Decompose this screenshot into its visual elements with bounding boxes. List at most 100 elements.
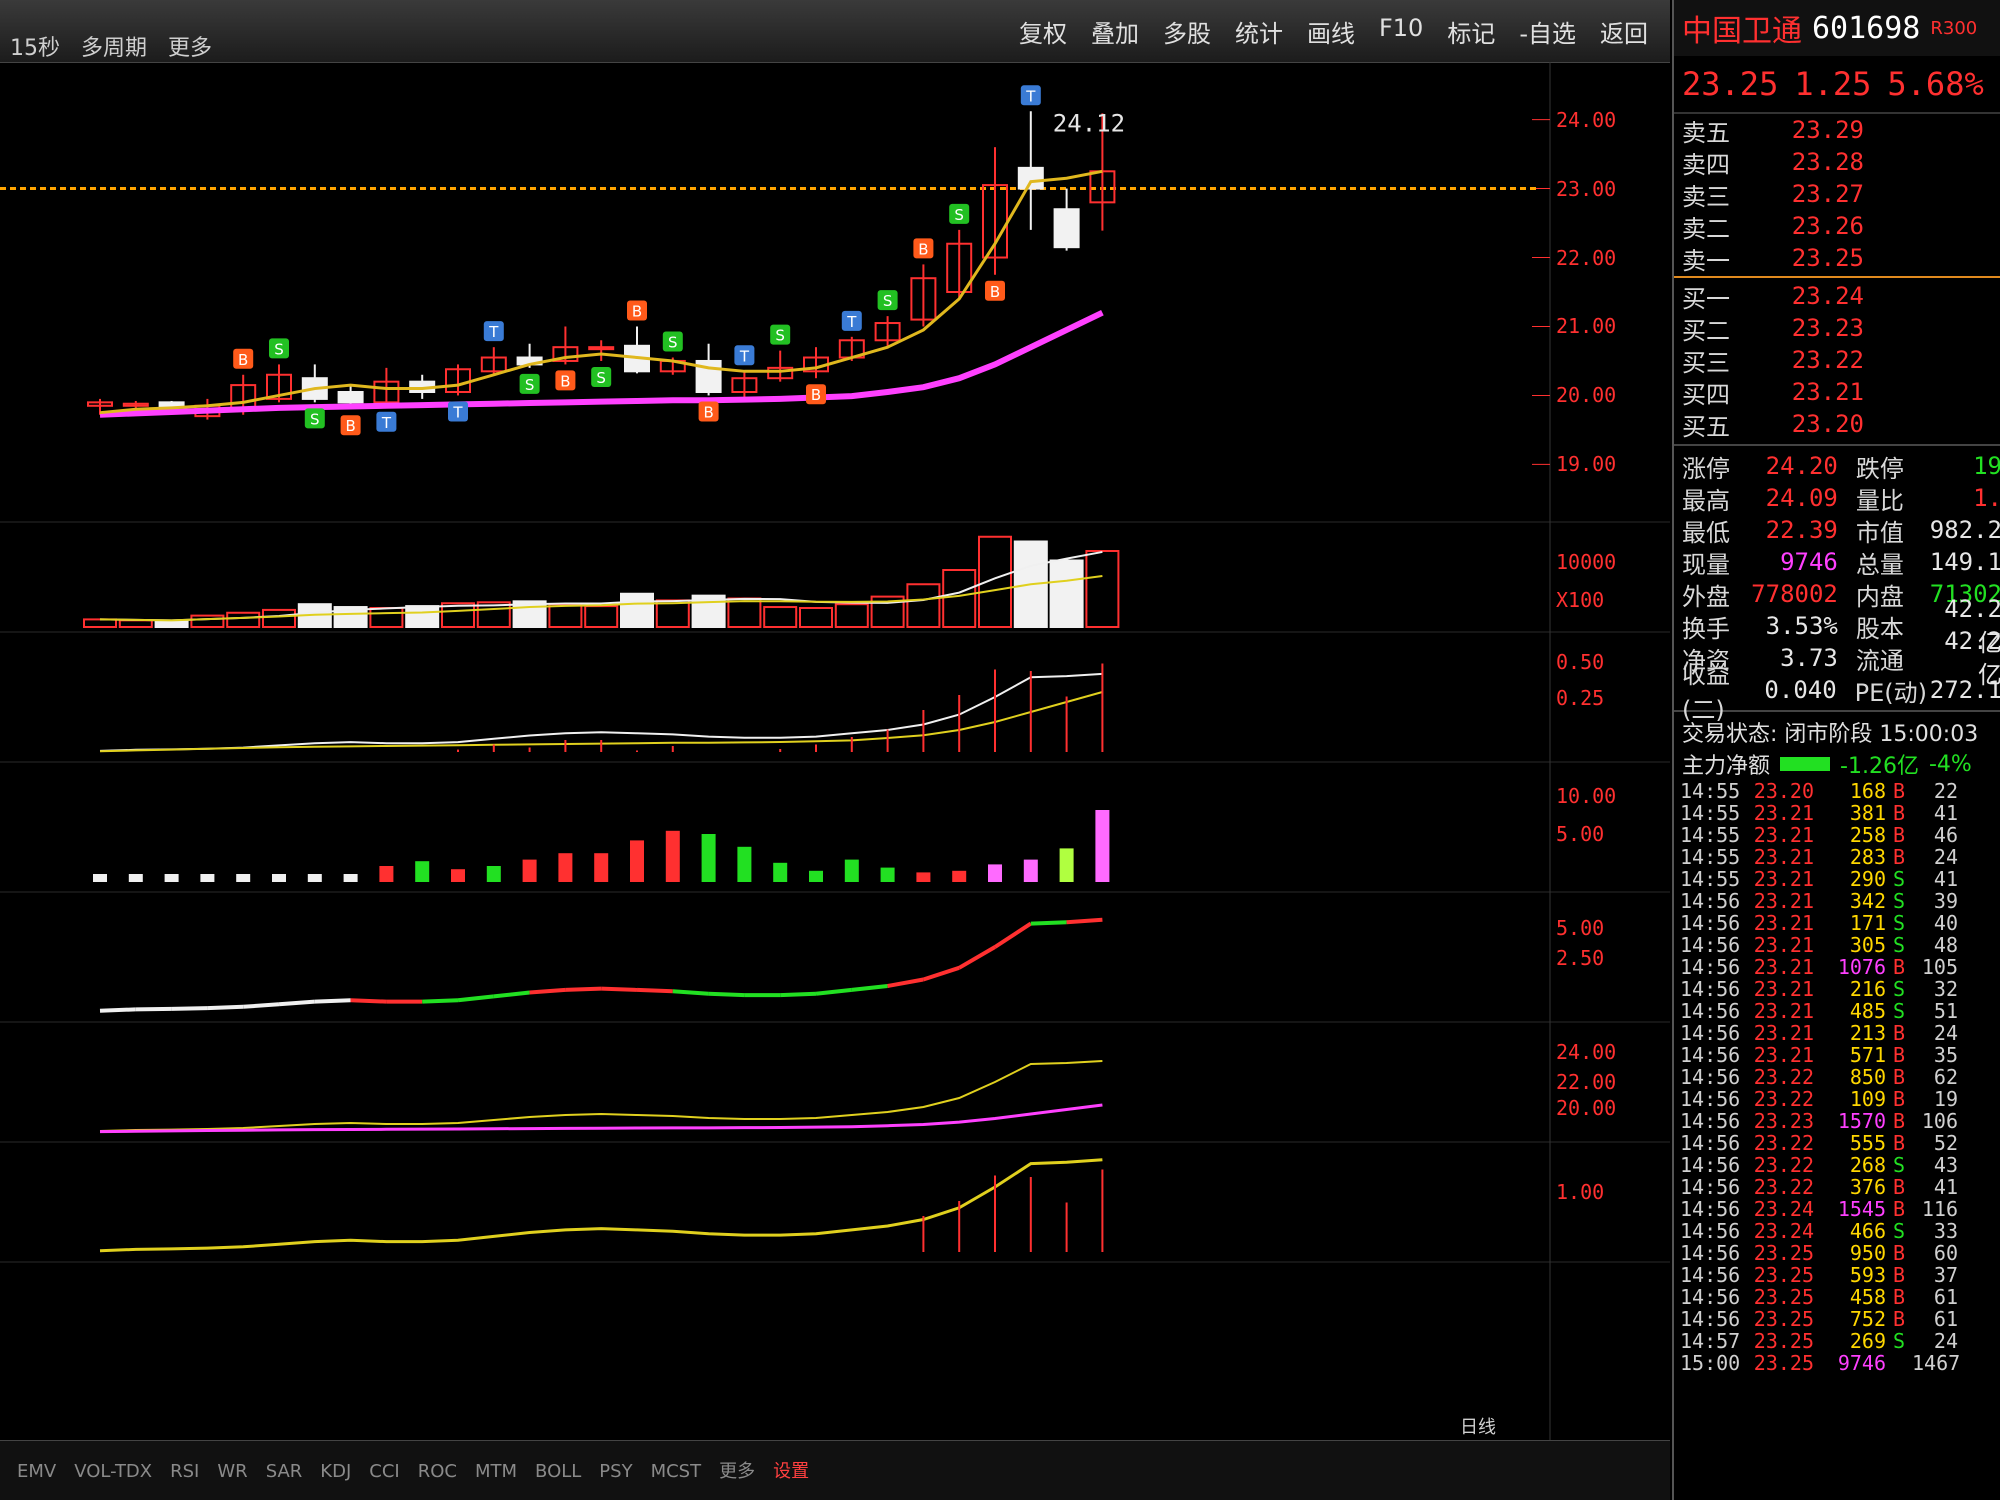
axis-tick-label: 21.00 [1556, 314, 1617, 339]
indicator-2-bar [773, 862, 788, 882]
bid-level[interactable]: 买一 23.24 [1674, 280, 2000, 313]
indicator-tab[interactable]: KDJ [311, 1453, 360, 1490]
bid-level[interactable]: 买四 23.21 [1674, 376, 2000, 409]
indicator-3-segment [422, 998, 459, 1004]
volume-bar [799, 607, 833, 628]
bid-level[interactable]: 买三 23.22 [1674, 344, 2000, 377]
tick-row[interactable]: 14:56 23.22 109 B 19 [1674, 1087, 2000, 1111]
mark-button[interactable]: 标记 [1435, 10, 1507, 53]
indicator-4-line-a [99, 1060, 1103, 1132]
tick-row[interactable]: 14:56 23.22 850 B 62 [1674, 1065, 2000, 1089]
indicator-tab[interactable]: VOL-TDX [65, 1453, 161, 1490]
ask-level[interactable]: 卖三 23.27 [1674, 178, 2000, 211]
indicator-tab[interactable]: CCI [360, 1453, 408, 1490]
stat-label: 换手 [1682, 614, 1730, 643]
indicator-tab[interactable]: RSI [161, 1453, 208, 1490]
tick-row[interactable]: 14:55 23.20 168 B 22 [1674, 779, 2000, 803]
indicator-tab[interactable]: ROC [409, 1453, 466, 1490]
candle-body [1017, 166, 1044, 190]
axis-tick-label: X100 [1556, 588, 1605, 612]
statistics-button[interactable]: 统计 [1223, 10, 1295, 53]
restore-rights-button[interactable]: 复权 [1007, 10, 1079, 53]
indicator-3-segment [672, 989, 709, 996]
tick-row[interactable]: 14:56 23.23 1570 B 106 [1674, 1109, 2000, 1133]
ask-level[interactable]: 卖五 23.29 [1674, 114, 2000, 147]
tick-row[interactable]: 14:56 23.21 1076 B 105 [1674, 955, 2000, 979]
tick-price: 23.22 [1753, 1087, 1814, 1111]
quote-panel: 中国卫通 601698 R300 23.25 1.25 5.68% 卖五 23.… [1672, 0, 2000, 1500]
stock-badge: R300 [1930, 17, 1978, 39]
ask-level[interactable]: 卖四 23.28 [1674, 146, 2000, 179]
tick-price: 23.21 [1753, 1043, 1814, 1067]
tick-row[interactable]: 14:55 23.21 283 B 24 [1674, 845, 2000, 869]
tick-list[interactable]: 14:55 23.20 168 B 22 14:55 23.21 381 B 4… [1674, 779, 2000, 1375]
tick-direction: S [1892, 977, 1906, 1001]
back-button[interactable]: 返回 [1588, 10, 1660, 53]
tick-row[interactable]: 15:00 23.25 9746 1467 [1674, 1351, 2000, 1375]
tick-time: 14:56 [1680, 1131, 1741, 1155]
tick-row[interactable]: 14:56 23.25 458 B 61 [1674, 1285, 2000, 1309]
indicator-tab[interactable]: 更多 [710, 1449, 764, 1491]
indicator-3-segment [243, 1002, 280, 1009]
tick-row[interactable]: 14:55 23.21 258 B 46 [1674, 823, 2000, 847]
tick-row[interactable]: 14:56 23.25 950 B 60 [1674, 1241, 2000, 1265]
indicator-tab[interactable]: BOLL [526, 1453, 590, 1490]
indicator-tab[interactable]: WR [208, 1453, 256, 1490]
tick-time: 14:56 [1680, 1285, 1741, 1309]
indicator-tab[interactable]: PSY [590, 1453, 641, 1490]
ask-level[interactable]: 卖一 23.25 [1674, 242, 2000, 275]
tick-row[interactable]: 14:56 23.21 571 B 35 [1674, 1043, 2000, 1067]
indicator-3-segment [314, 998, 351, 1004]
indicator-2-bar [200, 874, 215, 882]
tick-row[interactable]: 14:56 23.21 342 S 39 [1674, 889, 2000, 913]
indicator-tab[interactable]: MCST [642, 1453, 711, 1490]
indicator-tab[interactable]: 设置 [764, 1449, 818, 1491]
tick-row[interactable]: 14:56 23.22 376 B 41 [1674, 1175, 2000, 1199]
multi-period-button[interactable]: 多周期 [81, 36, 147, 61]
volume-bar [942, 569, 977, 628]
tick-row[interactable]: 14:56 23.22 268 S 43 [1674, 1153, 2000, 1177]
chart-area[interactable]: 24.12 B S S B T T T S B S B S B T S B T S B S B T 24.00 23.00 22… [0, 62, 1670, 1440]
stock-code: 601698 [1812, 10, 1921, 46]
tick-direction: S [1892, 889, 1906, 913]
tick-price: 23.22 [1753, 1131, 1814, 1155]
draw-line-button[interactable]: 画线 [1295, 10, 1367, 53]
period-15s[interactable]: 15秒 [10, 36, 60, 61]
bid-level[interactable]: 买二 23.23 [1674, 312, 2000, 345]
more-periods-button[interactable]: 更多 [168, 36, 212, 61]
axis-tick-label: 19.00 [1556, 452, 1617, 477]
tick-row[interactable]: 14:56 23.21 216 S 32 [1674, 977, 2000, 1001]
tick-row[interactable]: 14:55 23.21 381 B 41 [1674, 801, 2000, 825]
indicator-2-bar [737, 846, 752, 882]
tick-row[interactable]: 14:56 23.25 593 B 37 [1674, 1263, 2000, 1287]
stat-value: 1. [1973, 484, 2000, 512]
remove-watchlist-button[interactable]: -自选 [1507, 10, 1588, 53]
tick-row[interactable]: 14:56 23.21 213 B 24 [1674, 1021, 2000, 1045]
tick-row[interactable]: 14:56 23.24 1545 B 116 [1674, 1197, 2000, 1221]
tick-row[interactable]: 14:57 23.25 269 S 24 [1674, 1329, 2000, 1353]
indicator-tab[interactable]: SAR [257, 1453, 312, 1490]
f10-button[interactable]: F10 [1367, 10, 1435, 53]
tick-row[interactable]: 14:56 23.24 466 S 33 [1674, 1219, 2000, 1243]
tick-row[interactable]: 14:56 23.21 171 S 40 [1674, 911, 2000, 935]
indicator-tab[interactable]: MTM [466, 1453, 526, 1490]
volume-bar [405, 605, 440, 628]
bid-level[interactable]: 买五 23.20 [1674, 408, 2000, 441]
tick-time: 14:56 [1680, 1197, 1741, 1221]
tick-direction: S [1892, 1153, 1906, 1177]
tick-count: 61 [1933, 1307, 1958, 1331]
tick-direction: B [1892, 1131, 1906, 1155]
multi-stock-button[interactable]: 多股 [1151, 10, 1223, 53]
tick-row[interactable]: 14:56 23.21 305 S 48 [1674, 933, 2000, 957]
main-flow-row: 主力净额 -1.26亿 -4% [1674, 748, 2000, 780]
indicator-tab[interactable]: EMV [8, 1453, 65, 1490]
indicator-tab-bar: EMV VOL-TDX RSI WR SAR KDJ CCI ROC MTM BOLL PSY MCS… [0, 1417, 1670, 1500]
tick-row[interactable]: 14:56 23.22 555 B 52 [1674, 1131, 2000, 1155]
candlestick-chart[interactable]: 24.12 B S S B T T T S B S B S B T S B T S B S B T [0, 62, 1670, 1440]
ask-level[interactable]: 卖二 23.26 [1674, 210, 2000, 243]
period-label[interactable]: 日线 [1460, 1413, 1496, 1439]
tick-row[interactable]: 14:56 23.25 752 B 61 [1674, 1307, 2000, 1331]
tick-row[interactable]: 14:56 23.21 485 S 51 [1674, 999, 2000, 1023]
overlay-button[interactable]: 叠加 [1079, 10, 1151, 53]
tick-row[interactable]: 14:55 23.21 290 S 41 [1674, 867, 2000, 891]
